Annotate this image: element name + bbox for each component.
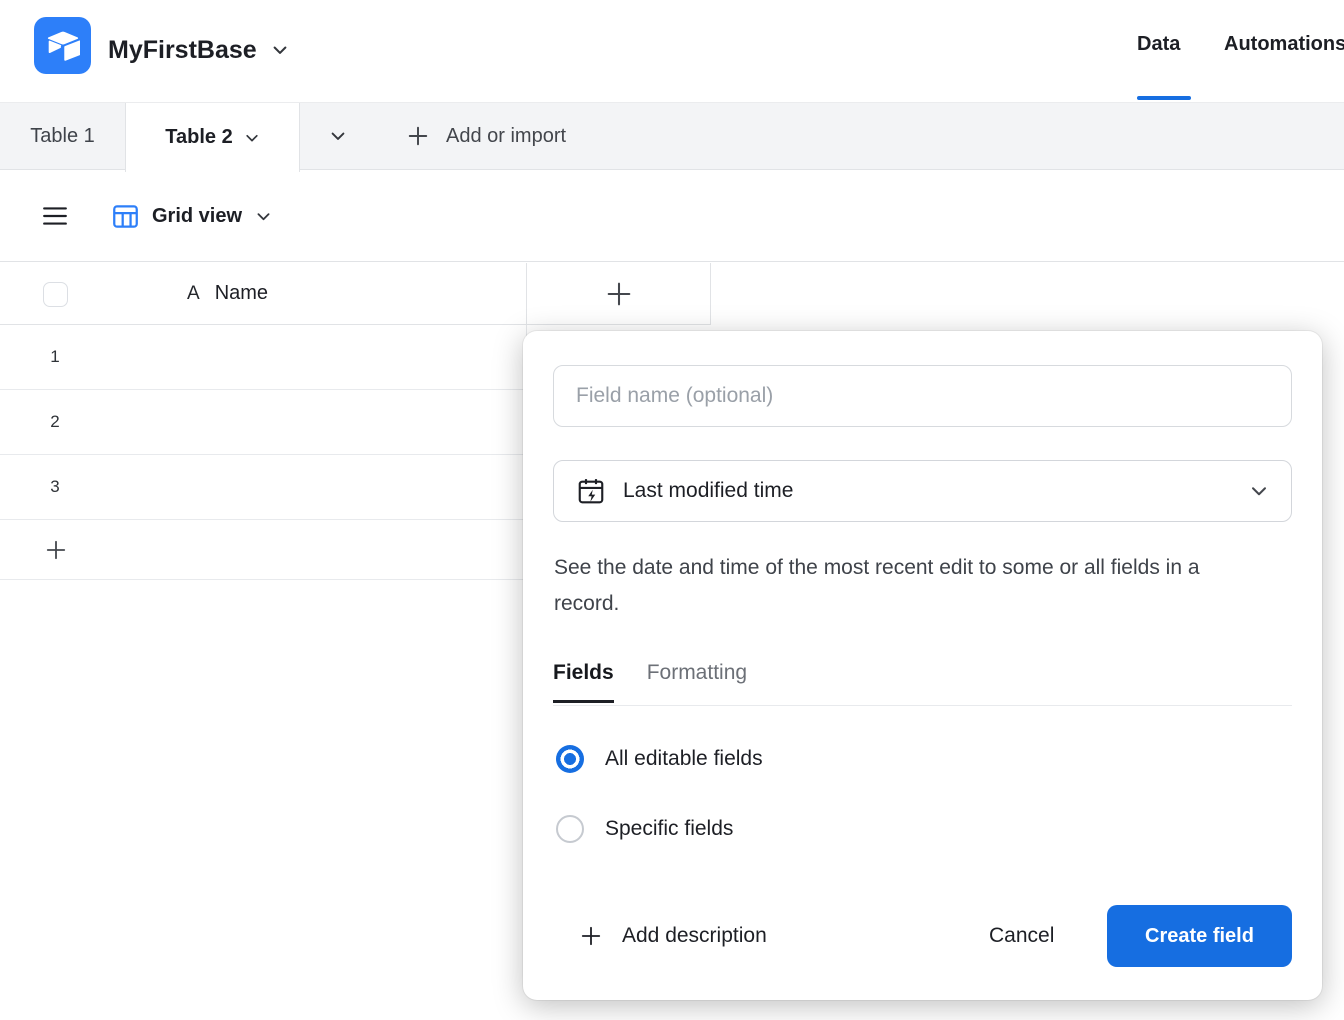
grid-view-button[interactable]: Grid view	[112, 198, 272, 234]
chevron-down-icon	[255, 208, 272, 225]
view-name-label: Grid view	[152, 205, 242, 228]
field-type-select[interactable]: Last modified time	[553, 460, 1292, 522]
app-root: MyFirstBase Data Automations Table 1 Tab…	[0, 0, 1344, 1020]
field-type-value: Last modified time	[623, 479, 793, 503]
plus-icon	[604, 279, 634, 309]
cancel-button[interactable]: Cancel	[989, 919, 1054, 953]
single-line-text-icon: A	[187, 283, 200, 305]
airtable-logo-icon[interactable]	[34, 17, 91, 74]
app-header: MyFirstBase Data Automations	[0, 0, 1344, 102]
create-field-modal: Last modified time See the date and time…	[523, 331, 1322, 1000]
option-label: All editable fields	[605, 747, 763, 771]
tab-formatting[interactable]: Formatting	[647, 661, 747, 703]
add-row-button[interactable]	[0, 520, 526, 580]
table-tabbar: Table 1 Table 2 Add or import	[0, 102, 1344, 170]
chevron-down-icon	[271, 41, 289, 59]
row-number: 2	[42, 412, 68, 432]
plus-icon	[44, 538, 68, 562]
modal-tabs: Fields Formatting	[553, 661, 747, 703]
tabs-divider	[553, 705, 1292, 706]
row-number: 1	[42, 347, 68, 367]
last-modified-time-icon	[576, 476, 606, 506]
row-number: 3	[42, 477, 68, 497]
add-field-button[interactable]	[527, 263, 711, 324]
table-row-1[interactable]: 1	[0, 325, 526, 390]
nav-tab-data[interactable]: Data	[1137, 33, 1180, 56]
logo-mark-icon	[46, 31, 80, 61]
select-all-checkbox[interactable]	[43, 282, 68, 307]
column-header-name[interactable]: A Name	[0, 263, 527, 324]
add-or-import-label: Add or import	[446, 125, 566, 148]
table-tab-1[interactable]: Table 1	[0, 103, 125, 169]
radio-selected-icon[interactable]	[556, 745, 584, 773]
plus-icon	[579, 924, 603, 948]
tab-fields[interactable]: Fields	[553, 661, 614, 703]
radio-unselected-icon[interactable]	[556, 815, 584, 843]
add-description-button[interactable]: Add description	[579, 919, 767, 953]
field-type-description: See the date and time of the most recent…	[554, 550, 1224, 622]
base-name: MyFirstBase	[108, 36, 257, 65]
grid-view-icon	[112, 203, 139, 230]
plus-icon	[406, 124, 430, 148]
table-tab-2[interactable]: Table 2	[125, 103, 300, 172]
option-all-editable-fields[interactable]: All editable fields	[556, 745, 763, 773]
view-toolbar: Grid view	[0, 170, 1344, 262]
add-description-label: Add description	[622, 924, 767, 948]
chevron-down-icon	[1249, 481, 1269, 501]
table-row-2[interactable]: 2	[0, 390, 526, 455]
name-column-header-content: A Name	[187, 263, 268, 324]
option-label: Specific fields	[605, 817, 733, 841]
create-field-button[interactable]: Create field	[1107, 905, 1292, 967]
option-specific-fields[interactable]: Specific fields	[556, 815, 733, 843]
add-or-import-button[interactable]: Add or import	[406, 103, 566, 169]
nav-tab-automations[interactable]: Automations	[1224, 33, 1344, 56]
field-name-input[interactable]	[553, 365, 1292, 427]
nav-tab-data-active-indicator	[1137, 96, 1191, 100]
grid-rows: 1 2 3	[0, 325, 527, 580]
base-name-button[interactable]: MyFirstBase	[108, 30, 289, 70]
name-column-label: Name	[215, 282, 268, 305]
table-list-chevron-button[interactable]	[316, 103, 360, 169]
chevron-down-icon	[329, 127, 347, 145]
table-tab-2-label: Table 2	[165, 126, 232, 149]
chevron-down-icon	[244, 130, 260, 146]
views-sidebar-toggle-button[interactable]	[42, 204, 68, 228]
table-row-3[interactable]: 3	[0, 455, 526, 520]
hamburger-icon	[42, 204, 68, 228]
grid-header-row: A Name	[0, 263, 711, 325]
